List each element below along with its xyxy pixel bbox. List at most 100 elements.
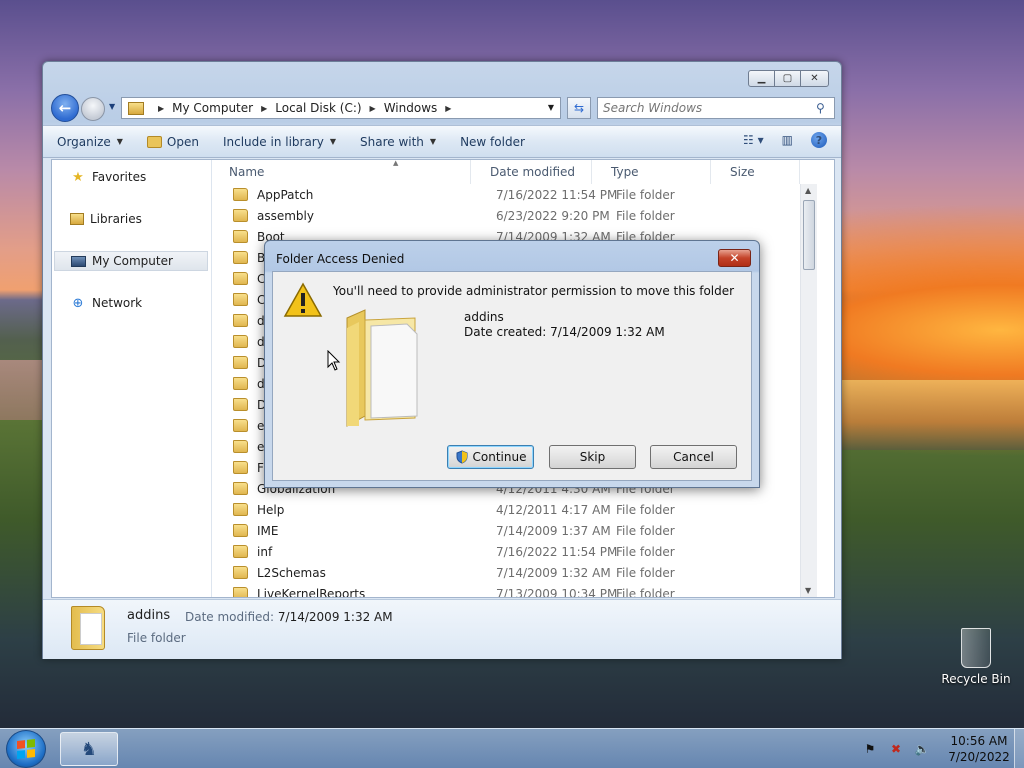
taskbar-app-button[interactable]: ♞ (60, 732, 118, 766)
navigation-pane: ★ Favorites Libraries My Computer ⊕ Netw… (52, 160, 212, 597)
column-header-type[interactable]: Type (593, 160, 711, 184)
chevron-down-icon: ▼ (116, 137, 123, 146)
search-box[interactable]: ⚲ (597, 97, 835, 119)
clock-time: 10:56 AM (950, 734, 1008, 748)
back-arrow-icon[interactable]: ← (51, 94, 79, 122)
view-options-icon[interactable]: ☷ ▾ (743, 133, 764, 147)
breadcrumb-local-disk[interactable]: Local Disk (C:) (275, 101, 361, 115)
start-button[interactable] (6, 730, 46, 768)
table-row[interactable]: LiveKernelReports 7/13/2009 10:34 PM File … (213, 583, 817, 597)
open-folder-icon (146, 135, 162, 148)
nav-label: Network (92, 296, 143, 310)
folder-icon (233, 335, 248, 348)
folder-icon (233, 482, 248, 495)
help-icon[interactable]: ? (811, 132, 827, 148)
folder-icon (233, 587, 248, 597)
organize-button[interactable]: Organize ▼ (57, 135, 123, 149)
nav-item-favorites[interactable]: ★ Favorites (54, 167, 208, 187)
address-dropdown-icon[interactable]: ▼ (548, 103, 554, 112)
action-center-icon[interactable]: ⚑ (862, 741, 878, 757)
file-type: File folder (616, 502, 675, 517)
breadcrumb-my-computer[interactable]: My Computer (172, 101, 253, 115)
include-in-library-button[interactable]: Include in library ▼ (223, 135, 336, 149)
file-date-modified: 7/14/2009 1:37 AM (496, 523, 611, 538)
address-bar[interactable]: ▶ My Computer ▶ Local Disk (C:) ▶ Window… (121, 97, 561, 119)
column-header-name[interactable]: ▲ Name (213, 160, 471, 184)
file-type: File folder (616, 208, 675, 223)
scroll-down-icon[interactable]: ▼ (805, 586, 811, 595)
search-input[interactable] (598, 99, 816, 117)
details-modified: Date modified: 7/14/2009 1:32 AM (185, 610, 393, 624)
nav-item-my-computer[interactable]: My Computer (54, 251, 208, 271)
folder-icon (233, 209, 248, 222)
folder-icon (128, 101, 144, 115)
vertical-scrollbar[interactable]: ▲ ▼ (800, 184, 817, 597)
file-type: File folder (616, 187, 675, 202)
dialog-message: You'll need to provide administrator per… (333, 284, 735, 298)
continue-button[interactable]: Continue (447, 445, 534, 469)
skip-button[interactable]: Skip (549, 445, 636, 469)
nav-item-libraries[interactable]: Libraries (54, 209, 208, 229)
open-button[interactable]: Open (146, 135, 199, 149)
table-row[interactable]: L2Schemas 7/14/2009 1:32 AM File folder (213, 562, 817, 583)
cancel-button[interactable]: Cancel (650, 445, 737, 469)
column-header-size[interactable]: Size (712, 160, 800, 184)
file-type: File folder (616, 544, 675, 559)
table-row[interactable]: assembly 6/23/2022 9:20 PM File folder (213, 205, 817, 226)
network-icon: ⊕ (72, 295, 84, 311)
breadcrumb-separator-icon[interactable]: ▶ (261, 104, 267, 113)
file-type: File folder (616, 523, 675, 538)
navigation-row: ← ▼ ▶ My Computer ▶ Local Disk (C:) ▶ Wi… (51, 94, 835, 122)
close-window-button[interactable]: ✕ (800, 70, 829, 87)
breadcrumb-separator-icon[interactable]: ▶ (445, 104, 451, 113)
minimize-button[interactable]: ▁ (748, 70, 775, 87)
scrollbar-thumb[interactable] (803, 200, 815, 270)
folder-icon (346, 309, 418, 427)
refresh-icon[interactable]: ⇆ (567, 97, 591, 119)
volume-icon[interactable]: 🔈 (914, 741, 930, 757)
nav-label: Favorites (92, 170, 147, 184)
file-name: AppPatch (257, 187, 314, 202)
file-name: LiveKernelReports (257, 586, 366, 598)
column-header-date-modified[interactable]: Date modified (472, 160, 592, 184)
recycle-bin-shortcut[interactable]: Recycle Bin (938, 628, 1014, 686)
search-icon[interactable]: ⚲ (816, 101, 834, 115)
clock[interactable]: 10:56 AM 7/20/2022 (946, 733, 1012, 765)
recent-pages-chevron-icon[interactable]: ▼ (109, 102, 115, 111)
cancel-label: Cancel (673, 450, 714, 464)
nav-item-network[interactable]: ⊕ Network (54, 293, 208, 313)
app-icon: ♞ (80, 738, 98, 760)
file-date-modified: 7/14/2009 1:32 AM (496, 565, 611, 580)
details-modified-value: 7/14/2009 1:32 AM (277, 610, 393, 624)
folder-icon (233, 188, 248, 201)
file-date-modified: 7/13/2009 10:34 PM (496, 586, 618, 598)
network-status-icon[interactable]: ✖ (888, 741, 904, 757)
table-row[interactable]: inf 7/16/2022 11:54 PM File folder (213, 541, 817, 562)
table-row[interactable]: AppPatch 7/16/2022 11:54 PM File folder (213, 184, 817, 205)
breadcrumb-separator-icon[interactable]: ▶ (370, 104, 376, 113)
breadcrumb-windows[interactable]: Windows (384, 101, 438, 115)
library-icon (70, 213, 84, 225)
show-desktop-button[interactable] (1014, 729, 1024, 768)
forward-arrow-icon[interactable] (81, 97, 105, 121)
breadcrumb-separator-icon[interactable]: ▶ (158, 104, 164, 113)
dialog-close-button[interactable]: ✕ (718, 249, 751, 267)
table-row[interactable]: Help 4/12/2011 4:17 AM File folder (213, 499, 817, 520)
nav-label: My Computer (92, 254, 173, 268)
dialog-title: Folder Access Denied (276, 252, 405, 266)
folder-icon (233, 377, 248, 390)
table-row[interactable]: IME 7/14/2009 1:37 AM File folder (213, 520, 817, 541)
new-folder-button[interactable]: New folder (460, 135, 525, 149)
recycle-bin-icon (961, 628, 991, 668)
windows-logo-icon (17, 739, 35, 759)
maximize-button[interactable]: ▢ (774, 70, 801, 87)
preview-pane-icon[interactable]: ▥ (782, 133, 793, 147)
include-in-library-label: Include in library (222, 134, 324, 149)
folder-icon (233, 461, 248, 474)
file-date-modified: 6/23/2022 9:20 PM (496, 208, 610, 223)
warning-icon (283, 282, 323, 317)
details-type: File folder (127, 631, 186, 645)
share-with-button[interactable]: Share with ▼ (360, 135, 436, 149)
mouse-cursor-icon (327, 350, 341, 371)
scroll-up-icon[interactable]: ▲ (805, 186, 811, 195)
